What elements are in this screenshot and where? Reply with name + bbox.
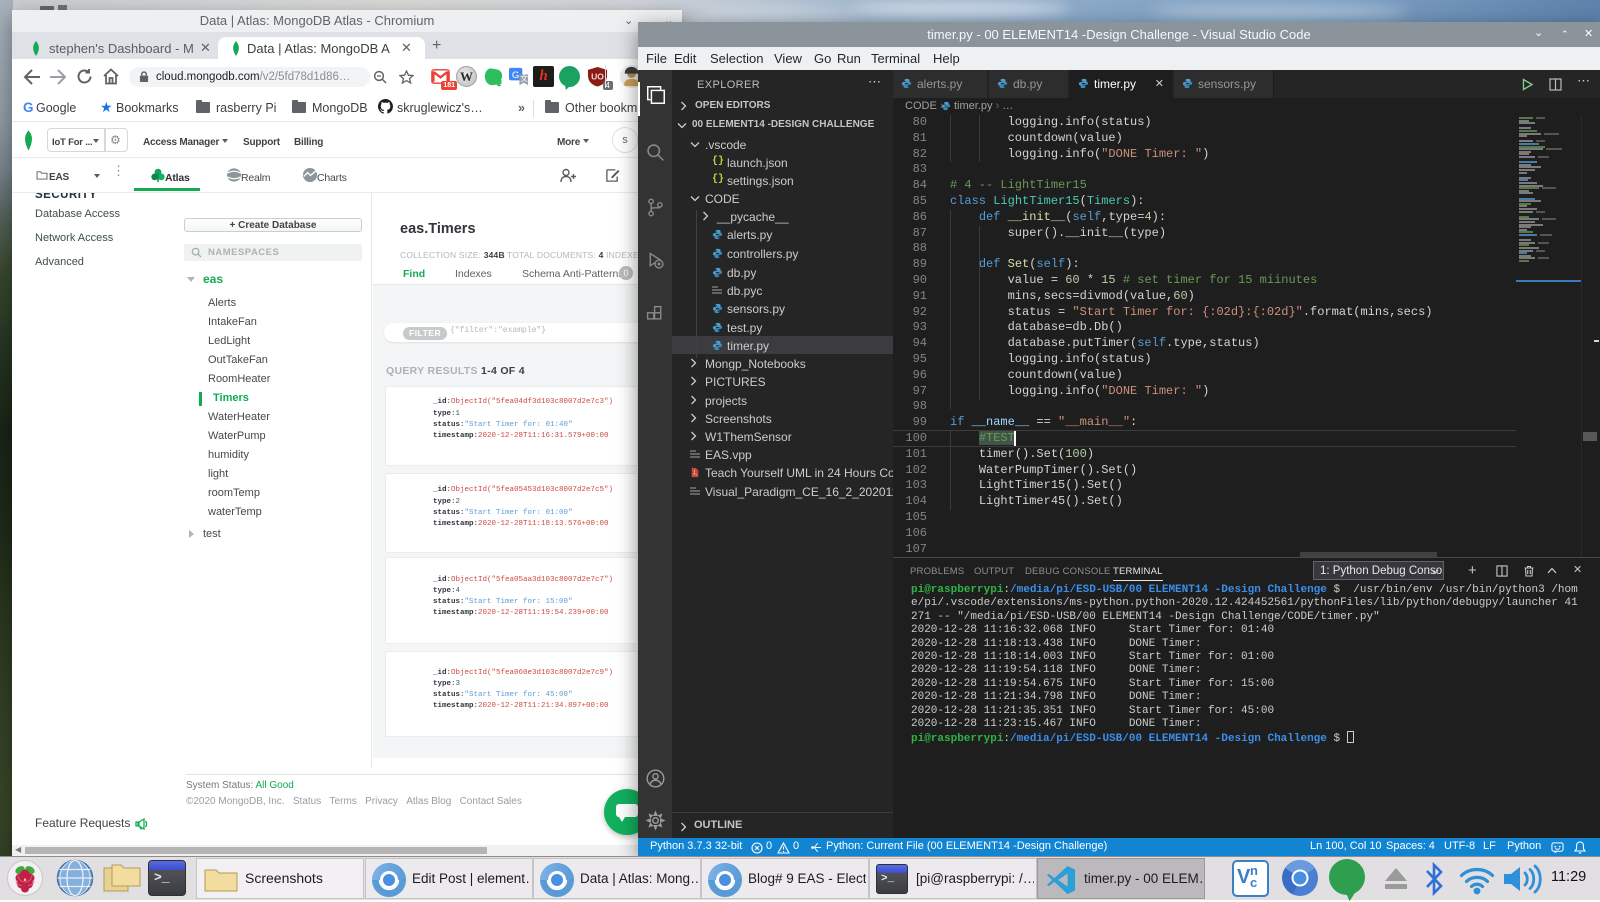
- svg-text:文: 文: [520, 73, 528, 83]
- svg-text:G: G: [512, 70, 519, 81]
- svg-text:UO: UO: [591, 71, 604, 81]
